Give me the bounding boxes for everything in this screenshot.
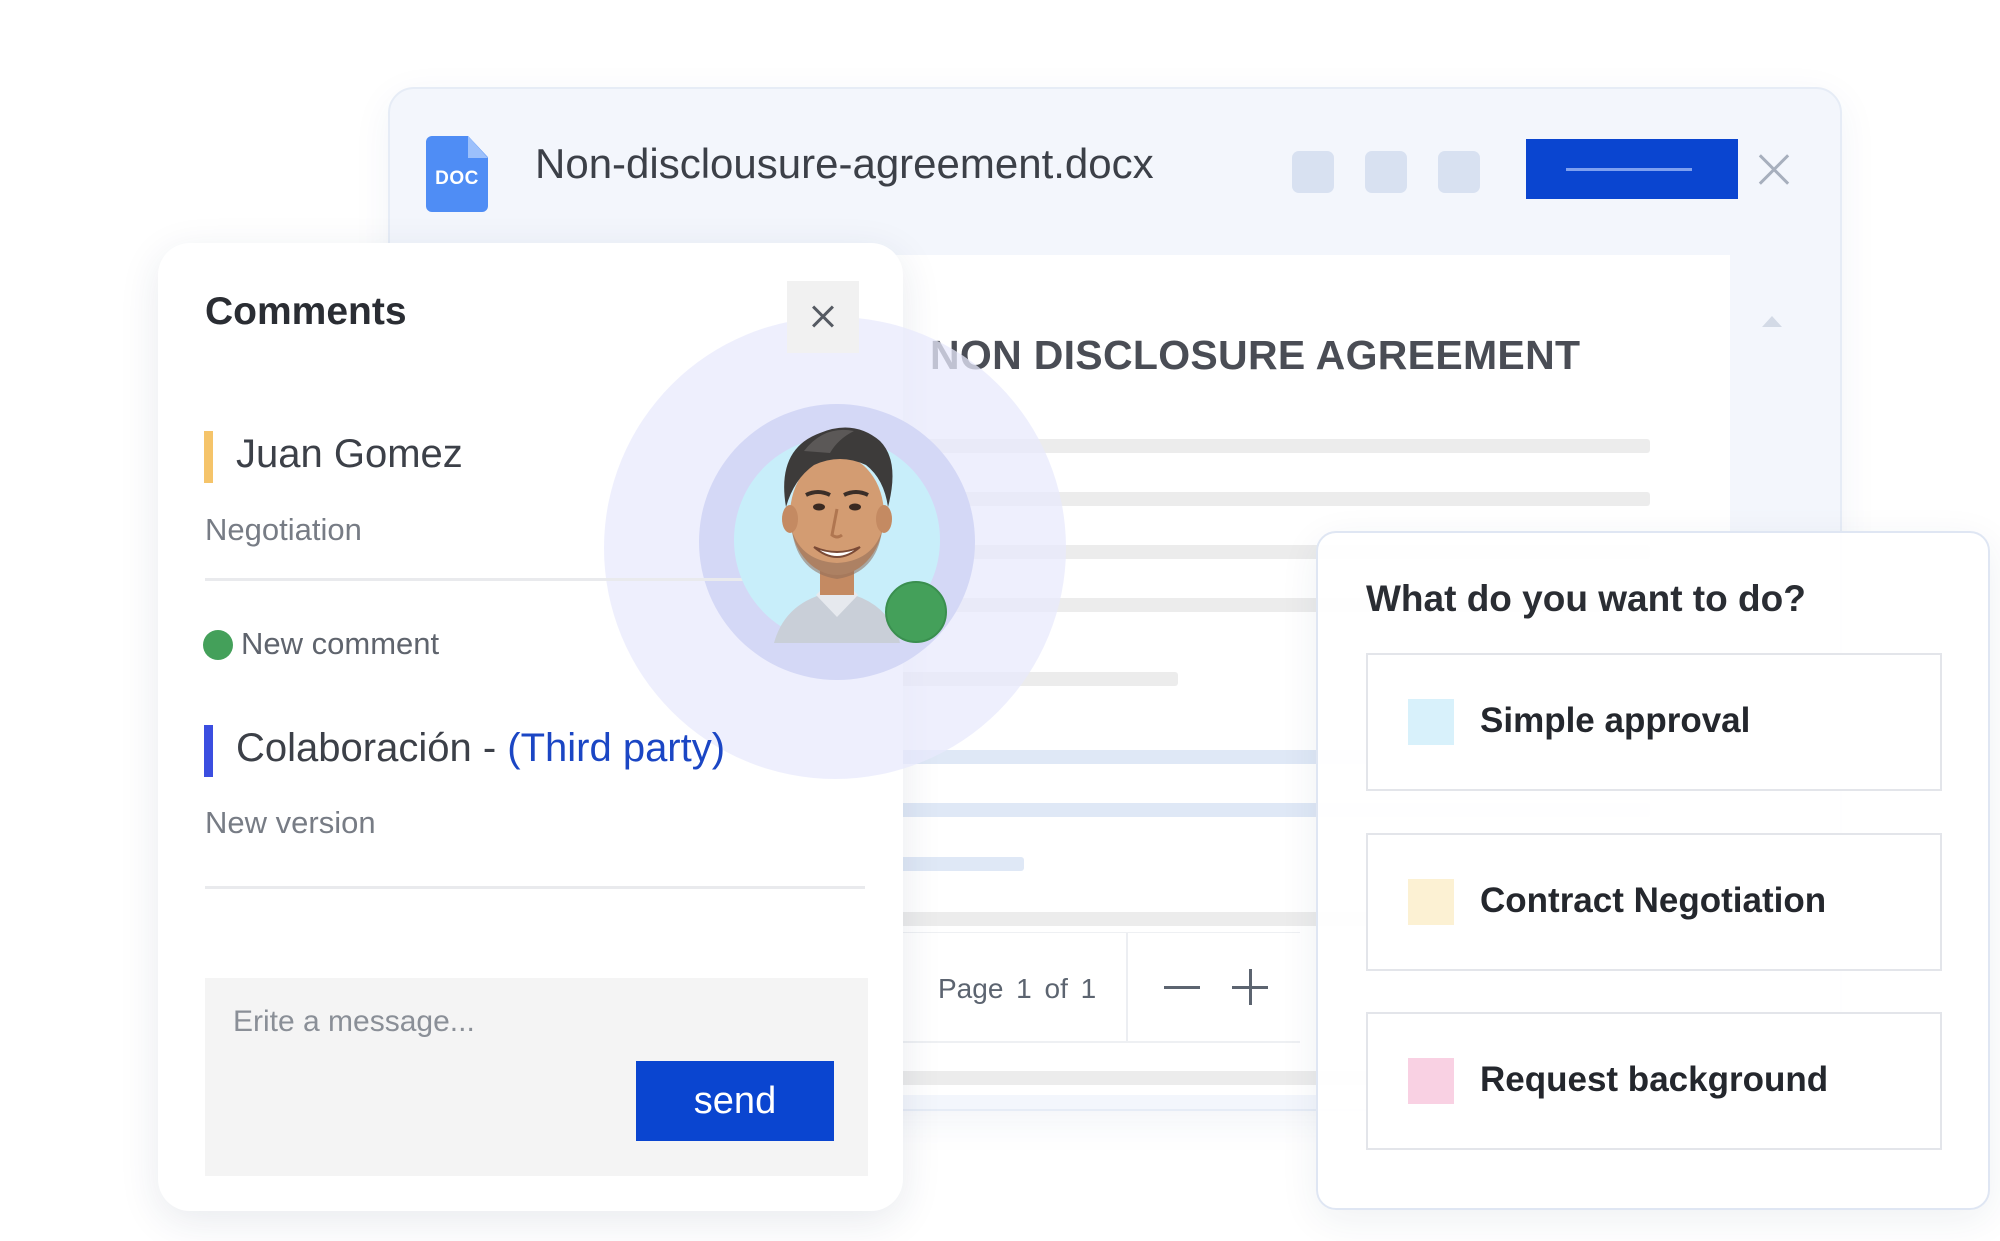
comments-close-button[interactable] [787, 281, 859, 353]
option-color-swatch [1408, 699, 1454, 745]
zoom-in-icon[interactable] [1230, 967, 1270, 1007]
option-color-swatch [1408, 879, 1454, 925]
send-button[interactable]: send [636, 1061, 834, 1141]
option-label: Contract Negotiation [1480, 881, 1827, 920]
message-composer: send [205, 978, 868, 1176]
option-request-background[interactable]: Request background [1366, 1012, 1942, 1150]
primary-button-placeholder-line [1566, 168, 1692, 171]
comment-divider [205, 578, 765, 581]
action-panel-title: What do you want to do? [1366, 578, 1806, 619]
comment-author: Juan Gomez [236, 432, 463, 476]
online-status-icon [885, 581, 947, 643]
option-contract-negotiation[interactable]: Contract Negotiation [1366, 833, 1942, 971]
zoom-out-icon[interactable] [1162, 967, 1202, 1007]
comment-subtitle: Negotiation [205, 512, 362, 547]
comment-color-bar [204, 725, 213, 777]
pagination-bar: Page 1 of 1 [900, 932, 1300, 1043]
toolbar-primary-button[interactable] [1526, 139, 1738, 199]
comment-author: Colaboración - (Third party) [236, 726, 725, 771]
close-icon[interactable] [1756, 152, 1792, 188]
comment-color-bar [204, 431, 213, 483]
comment-subtitle: New version [205, 805, 376, 840]
page-indicator: Page 1 of 1 [938, 973, 1097, 1004]
option-simple-approval[interactable]: Simple approval [1366, 653, 1942, 791]
doc-file-type: DOC [435, 168, 479, 189]
scroll-up-icon[interactable] [1762, 316, 1782, 327]
toolbar-button-3[interactable] [1438, 151, 1480, 193]
document-filename: Non-disclousure-agreement.docx [535, 140, 1154, 187]
comment-author-party: (Third party) [507, 726, 726, 770]
status-dot-icon [203, 630, 233, 660]
pagination-divider [1126, 933, 1128, 1041]
document-heading: NON DISCLOSURE AGREEMENT [930, 332, 1581, 378]
option-label: Simple approval [1480, 701, 1751, 740]
comment-author-name: Colaboración - [236, 726, 508, 770]
text-line-placeholder [900, 857, 1024, 871]
option-label: Request background [1480, 1060, 1829, 1099]
toolbar-button-2[interactable] [1365, 151, 1407, 193]
message-input[interactable] [233, 1000, 653, 1044]
option-color-swatch [1408, 1058, 1454, 1104]
comments-title: Comments [205, 290, 407, 333]
comment-divider [205, 886, 865, 889]
status-text: New comment [241, 626, 440, 661]
toolbar-button-1[interactable] [1292, 151, 1334, 193]
